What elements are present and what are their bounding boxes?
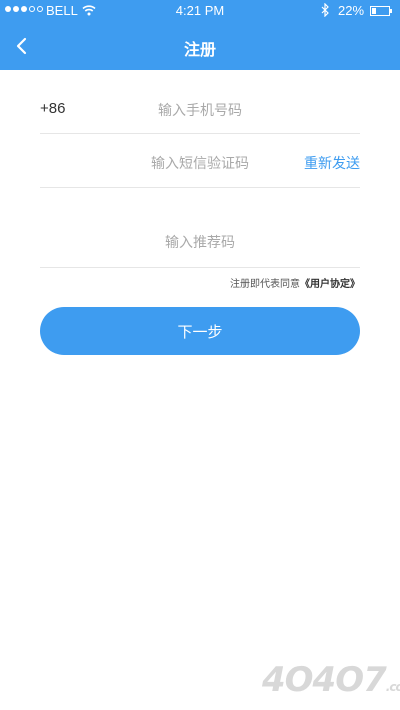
sms-code-input[interactable] — [100, 153, 300, 175]
country-code[interactable]: +86 — [40, 100, 65, 117]
sms-code-row: 重新发送 — [40, 153, 360, 175]
referral-row — [40, 232, 360, 254]
referral-code-input[interactable] — [100, 232, 300, 254]
status-bar: BELL 4:21 PM 22% — [0, 0, 400, 22]
phone-row: +86 — [40, 100, 360, 122]
resend-code-button[interactable]: 重新发送 — [304, 153, 360, 173]
watermark-logo: 4O4O7.com — [262, 660, 400, 700]
page-title: 注册 — [183, 40, 216, 59]
phone-input[interactable] — [100, 100, 300, 122]
user-agreement-link[interactable]: 《用户协定》 — [300, 279, 360, 290]
battery-level-fill — [372, 8, 376, 14]
watermark-text: 4O4O7 — [262, 660, 387, 700]
agreement-text: 注册即代表同意《用户协定》 — [230, 275, 360, 290]
next-step-button[interactable]: 下一步 — [40, 307, 360, 355]
battery-percentage: 22% — [338, 3, 365, 18]
watermark-suffix: .com — [385, 680, 400, 694]
divider — [40, 187, 360, 188]
bluetooth-icon — [321, 2, 330, 20]
nav-bar: 注册 — [0, 22, 400, 70]
battery-icon — [370, 6, 392, 16]
agreement-prefix: 注册即代表同意 — [230, 279, 300, 290]
divider — [40, 267, 360, 268]
divider — [40, 133, 360, 134]
app-header: BELL 4:21 PM 22% 注册 — [0, 0, 400, 70]
